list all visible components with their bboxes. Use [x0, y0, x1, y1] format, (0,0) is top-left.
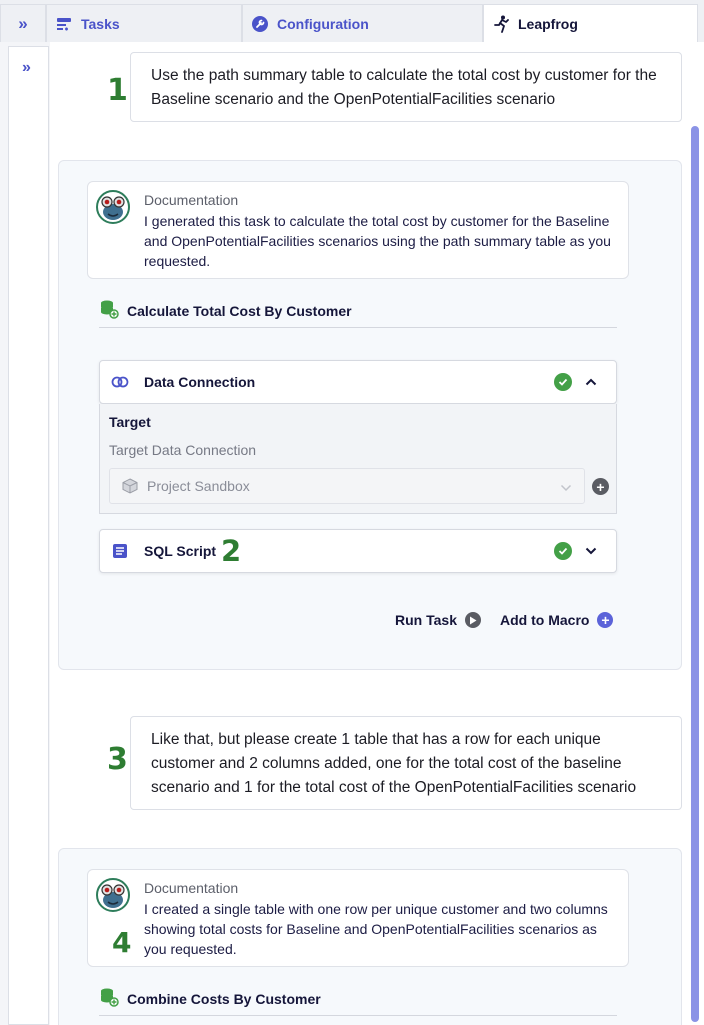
- check-circle-icon: [554, 373, 572, 391]
- leapfrog-conversation: 1 Use the path summary table to calculat…: [50, 42, 704, 1025]
- sql-script-section-header[interactable]: SQL Script 2: [99, 529, 617, 573]
- double-chevron-icon: »: [18, 13, 28, 33]
- database-task-icon: [99, 299, 119, 322]
- response-panel: 4 Documentation I created a single table…: [58, 848, 682, 1025]
- leapfrog-icon: [492, 15, 510, 33]
- script-icon: [111, 542, 129, 560]
- sql-script-title: SQL Script: [144, 543, 217, 559]
- data-connection-select[interactable]: Project Sandbox: [109, 468, 585, 504]
- data-connection-body: Target Target Data Connection Project Sa…: [99, 404, 617, 514]
- chevron-down-icon[interactable]: [584, 544, 598, 558]
- documentation-card: Documentation I generated this task to c…: [87, 181, 629, 279]
- user-prompt-text: Like that, but please create 1 table tha…: [151, 731, 637, 796]
- documentation-body: I created a single table with one row pe…: [144, 901, 608, 957]
- chevron-down-icon: [560, 479, 572, 495]
- leapfrog-avatar: [96, 878, 130, 912]
- tab-leapfrog[interactable]: Leapfrog: [483, 4, 698, 43]
- wrench-icon: [251, 15, 269, 33]
- chevron-up-icon[interactable]: [584, 375, 598, 389]
- user-prompt: Like that, but please create 1 table tha…: [130, 716, 682, 810]
- tab-configuration[interactable]: Configuration: [242, 4, 483, 42]
- step-number: 2: [221, 534, 242, 568]
- user-prompt: Use the path summary table to calculate …: [130, 52, 682, 122]
- documentation-card: 4 Documentation I created a single table…: [87, 869, 629, 967]
- tasks-icon: [55, 15, 73, 33]
- task-header: Combine Costs By Customer: [99, 987, 321, 1010]
- collapse-panel-button[interactable]: »: [0, 4, 46, 42]
- check-circle-icon: [554, 542, 572, 560]
- response-panel: Documentation I generated this task to c…: [58, 160, 682, 670]
- tab-tasks[interactable]: Tasks: [46, 4, 242, 42]
- add-to-macro-label: Add to Macro: [500, 612, 590, 628]
- target-data-connection-label: Target Data Connection: [109, 442, 257, 458]
- database-task-icon: [99, 987, 119, 1010]
- scrollbar-thumb[interactable]: [691, 126, 699, 1022]
- divider: [99, 327, 617, 328]
- documentation-body: I generated this task to calculate the t…: [144, 213, 611, 269]
- step-number: 1: [107, 73, 128, 108]
- selected-connection: Project Sandbox: [147, 478, 250, 494]
- expand-sidebar-icon[interactable]: »: [22, 59, 31, 77]
- divider: [99, 1015, 617, 1016]
- add-to-macro-button[interactable]: Add to Macro +: [500, 612, 614, 628]
- data-connection-section-header[interactable]: Data Connection: [99, 360, 617, 404]
- tab-leapfrog-label: Leapfrog: [518, 16, 578, 32]
- side-panel-collapsed: »: [8, 46, 49, 1025]
- step-number: 4: [112, 926, 132, 959]
- leapfrog-avatar: [96, 190, 130, 224]
- tab-tasks-label: Tasks: [81, 15, 120, 32]
- connection-icon: [111, 373, 129, 391]
- target-label: Target: [109, 414, 151, 430]
- step-number: 3: [107, 742, 128, 777]
- tab-configuration-label: Configuration: [277, 15, 369, 32]
- documentation-title: Documentation: [144, 192, 239, 208]
- data-connection-title: Data Connection: [144, 374, 256, 390]
- task-name: Combine Costs By Customer: [127, 990, 321, 1007]
- cube-icon: [122, 478, 138, 497]
- task-name: Calculate Total Cost By Customer: [127, 302, 352, 319]
- documentation-title: Documentation: [144, 880, 239, 896]
- task-header: Calculate Total Cost By Customer: [99, 299, 352, 322]
- run-task-label: Run Task: [395, 612, 457, 628]
- user-prompt-text: Use the path summary table to calculate …: [151, 67, 657, 108]
- play-icon: [464, 612, 481, 628]
- add-connection-icon[interactable]: +: [592, 478, 609, 495]
- app-root: » Tasks Configuration Leapfrog » 1 Use t…: [0, 0, 704, 1025]
- plus-circle-icon: +: [597, 612, 614, 628]
- run-task-button[interactable]: Run Task: [395, 612, 481, 628]
- tab-bar: » Tasks Configuration Leapfrog: [0, 0, 704, 43]
